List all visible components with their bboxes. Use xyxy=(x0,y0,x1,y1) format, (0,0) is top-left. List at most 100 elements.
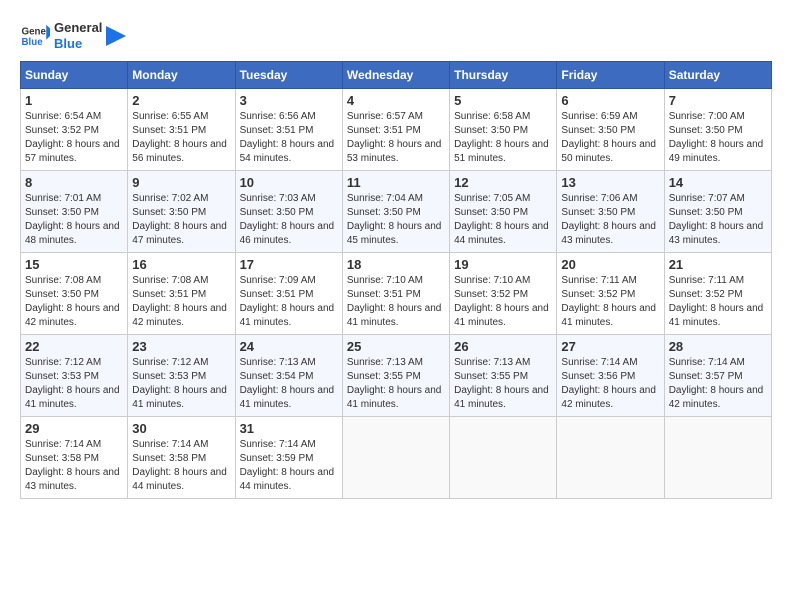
calendar-day-cell: 28 Sunrise: 7:14 AMSunset: 3:57 PMDayligh… xyxy=(664,335,771,417)
calendar-day-cell: 12 Sunrise: 7:05 AMSunset: 3:50 PMDayligh… xyxy=(450,171,557,253)
day-info: Sunrise: 7:08 AMSunset: 3:51 PMDaylight:… xyxy=(132,274,230,330)
calendar-day-cell: 24Sunrise: 7:13 AMSunset: 3:54 PMDayligh… xyxy=(235,335,342,417)
day-info: Sunrise: 7:10 AMSunset: 3:51 PMDaylight:… xyxy=(347,274,445,330)
calendar-day-cell: 25Sunrise: 7:13 AMSunset: 3:55 PMDayligh… xyxy=(342,335,449,417)
calendar-table: SundayMondayTuesdayWednesdayThursdayFrid… xyxy=(20,61,772,499)
day-info: Sunrise: 7:12 AMSunset: 3:53 PMDaylight:… xyxy=(132,356,230,412)
logo-blue: Blue xyxy=(54,36,102,52)
day-number: 25 xyxy=(347,339,445,354)
day-number: 28 xyxy=(669,339,767,354)
calendar-week-row: 22Sunrise: 7:12 AMSunset: 3:53 PMDayligh… xyxy=(21,335,772,417)
day-info: Sunrise: 7:12 AMSunset: 3:53 PMDaylight:… xyxy=(25,356,123,412)
calendar-day-cell: 14 Sunrise: 7:07 AMSunset: 3:50 PMDayligh… xyxy=(664,171,771,253)
calendar-week-row: 8 Sunrise: 7:01 AMSunset: 3:50 PMDaylight… xyxy=(21,171,772,253)
logo-arrow-icon xyxy=(106,26,126,46)
logo-icon: General Blue xyxy=(20,21,50,51)
day-number: 18 xyxy=(347,257,445,272)
day-info: Sunrise: 6:56 AMSunset: 3:51 PMDaylight:… xyxy=(240,110,338,166)
logo: General Blue General Blue xyxy=(20,20,126,51)
logo-general: General xyxy=(54,20,102,36)
day-number: 5 xyxy=(454,93,552,108)
calendar-day-cell: 30 Sunrise: 7:14 AMSunset: 3:58 PMDayligh… xyxy=(128,417,235,499)
day-info: Sunrise: 6:55 AMSunset: 3:51 PMDaylight:… xyxy=(132,110,230,166)
day-info: Sunrise: 6:58 AMSunset: 3:50 PMDaylight:… xyxy=(454,110,552,166)
day-number: 26 xyxy=(454,339,552,354)
day-info: Sunrise: 7:01 AMSunset: 3:50 PMDaylight:… xyxy=(25,192,123,248)
calendar-day-cell: 26 Sunrise: 7:13 AMSunset: 3:55 PMDayligh… xyxy=(450,335,557,417)
day-info: Sunrise: 7:02 AMSunset: 3:50 PMDaylight:… xyxy=(132,192,230,248)
day-info: Sunrise: 7:03 AMSunset: 3:50 PMDaylight:… xyxy=(240,192,338,248)
day-number: 3 xyxy=(240,93,338,108)
day-number: 27 xyxy=(561,339,659,354)
day-number: 29 xyxy=(25,421,123,436)
day-number: 20 xyxy=(561,257,659,272)
day-info: Sunrise: 7:00 AMSunset: 3:50 PMDaylight:… xyxy=(669,110,767,166)
day-number: 8 xyxy=(25,175,123,190)
day-number: 10 xyxy=(240,175,338,190)
day-number: 1 xyxy=(25,93,123,108)
day-info: Sunrise: 7:14 AMSunset: 3:58 PMDaylight:… xyxy=(132,438,230,494)
day-number: 21 xyxy=(669,257,767,272)
weekday-header: Friday xyxy=(557,62,664,89)
calendar-day-cell: 27Sunrise: 7:14 AMSunset: 3:56 PMDayligh… xyxy=(557,335,664,417)
calendar-day-cell: 10 Sunrise: 7:03 AMSunset: 3:50 PMDayligh… xyxy=(235,171,342,253)
day-number: 2 xyxy=(132,93,230,108)
weekday-header: Saturday xyxy=(664,62,771,89)
calendar-day-cell: 23 Sunrise: 7:12 AMSunset: 3:53 PMDayligh… xyxy=(128,335,235,417)
day-number: 14 xyxy=(669,175,767,190)
calendar-week-row: 1 Sunrise: 6:54 AMSunset: 3:52 PMDaylight… xyxy=(21,89,772,171)
day-number: 13 xyxy=(561,175,659,190)
day-number: 9 xyxy=(132,175,230,190)
calendar-day-cell: 3 Sunrise: 6:56 AMSunset: 3:51 PMDaylight… xyxy=(235,89,342,171)
calendar-day-cell: 19Sunrise: 7:10 AMSunset: 3:52 PMDayligh… xyxy=(450,253,557,335)
day-info: Sunrise: 7:09 AMSunset: 3:51 PMDaylight:… xyxy=(240,274,338,330)
calendar-day-cell xyxy=(450,417,557,499)
weekday-header: Thursday xyxy=(450,62,557,89)
calendar-day-cell: 29 Sunrise: 7:14 AMSunset: 3:58 PMDayligh… xyxy=(21,417,128,499)
calendar-header-row: SundayMondayTuesdayWednesdayThursdayFrid… xyxy=(21,62,772,89)
calendar-day-cell: 21 Sunrise: 7:11 AMSunset: 3:52 PMDayligh… xyxy=(664,253,771,335)
calendar-week-row: 15Sunrise: 7:08 AMSunset: 3:50 PMDayligh… xyxy=(21,253,772,335)
calendar-day-cell: 8 Sunrise: 7:01 AMSunset: 3:50 PMDaylight… xyxy=(21,171,128,253)
calendar-day-cell: 20 Sunrise: 7:11 AMSunset: 3:52 PMDayligh… xyxy=(557,253,664,335)
calendar-day-cell: 16 Sunrise: 7:08 AMSunset: 3:51 PMDayligh… xyxy=(128,253,235,335)
calendar-day-cell: 11Sunrise: 7:04 AMSunset: 3:50 PMDayligh… xyxy=(342,171,449,253)
calendar-day-cell: 17 Sunrise: 7:09 AMSunset: 3:51 PMDayligh… xyxy=(235,253,342,335)
day-info: Sunrise: 7:06 AMSunset: 3:50 PMDaylight:… xyxy=(561,192,659,248)
calendar-day-cell: 6 Sunrise: 6:59 AMSunset: 3:50 PMDaylight… xyxy=(557,89,664,171)
day-info: Sunrise: 7:05 AMSunset: 3:50 PMDaylight:… xyxy=(454,192,552,248)
day-number: 17 xyxy=(240,257,338,272)
day-number: 23 xyxy=(132,339,230,354)
weekday-header: Monday xyxy=(128,62,235,89)
day-number: 30 xyxy=(132,421,230,436)
calendar-day-cell: 5 Sunrise: 6:58 AMSunset: 3:50 PMDaylight… xyxy=(450,89,557,171)
day-info: Sunrise: 7:14 AMSunset: 3:57 PMDaylight:… xyxy=(669,356,767,412)
day-info: Sunrise: 6:59 AMSunset: 3:50 PMDaylight:… xyxy=(561,110,659,166)
calendar-day-cell: 13 Sunrise: 7:06 AMSunset: 3:50 PMDayligh… xyxy=(557,171,664,253)
day-info: Sunrise: 6:54 AMSunset: 3:52 PMDaylight:… xyxy=(25,110,123,166)
day-number: 12 xyxy=(454,175,552,190)
calendar-day-cell: 18 Sunrise: 7:10 AMSunset: 3:51 PMDayligh… xyxy=(342,253,449,335)
calendar-day-cell: 2 Sunrise: 6:55 AMSunset: 3:51 PMDaylight… xyxy=(128,89,235,171)
calendar-day-cell: 15Sunrise: 7:08 AMSunset: 3:50 PMDayligh… xyxy=(21,253,128,335)
weekday-header: Sunday xyxy=(21,62,128,89)
day-number: 15 xyxy=(25,257,123,272)
day-info: Sunrise: 7:13 AMSunset: 3:55 PMDaylight:… xyxy=(454,356,552,412)
day-info: Sunrise: 7:11 AMSunset: 3:52 PMDaylight:… xyxy=(669,274,767,330)
calendar-day-cell: 7Sunrise: 7:00 AMSunset: 3:50 PMDaylight… xyxy=(664,89,771,171)
day-info: Sunrise: 6:57 AMSunset: 3:51 PMDaylight:… xyxy=(347,110,445,166)
day-info: Sunrise: 7:11 AMSunset: 3:52 PMDaylight:… xyxy=(561,274,659,330)
day-info: Sunrise: 7:13 AMSunset: 3:54 PMDaylight:… xyxy=(240,356,338,412)
day-number: 4 xyxy=(347,93,445,108)
day-info: Sunrise: 7:14 AMSunset: 3:59 PMDaylight:… xyxy=(240,438,338,494)
day-number: 6 xyxy=(561,93,659,108)
day-number: 16 xyxy=(132,257,230,272)
weekday-header: Tuesday xyxy=(235,62,342,89)
calendar-day-cell: 9 Sunrise: 7:02 AMSunset: 3:50 PMDaylight… xyxy=(128,171,235,253)
day-number: 31 xyxy=(240,421,338,436)
day-info: Sunrise: 7:07 AMSunset: 3:50 PMDaylight:… xyxy=(669,192,767,248)
day-info: Sunrise: 7:10 AMSunset: 3:52 PMDaylight:… xyxy=(454,274,552,330)
weekday-header: Wednesday xyxy=(342,62,449,89)
page-header: General Blue General Blue xyxy=(20,20,772,51)
day-info: Sunrise: 7:14 AMSunset: 3:58 PMDaylight:… xyxy=(25,438,123,494)
